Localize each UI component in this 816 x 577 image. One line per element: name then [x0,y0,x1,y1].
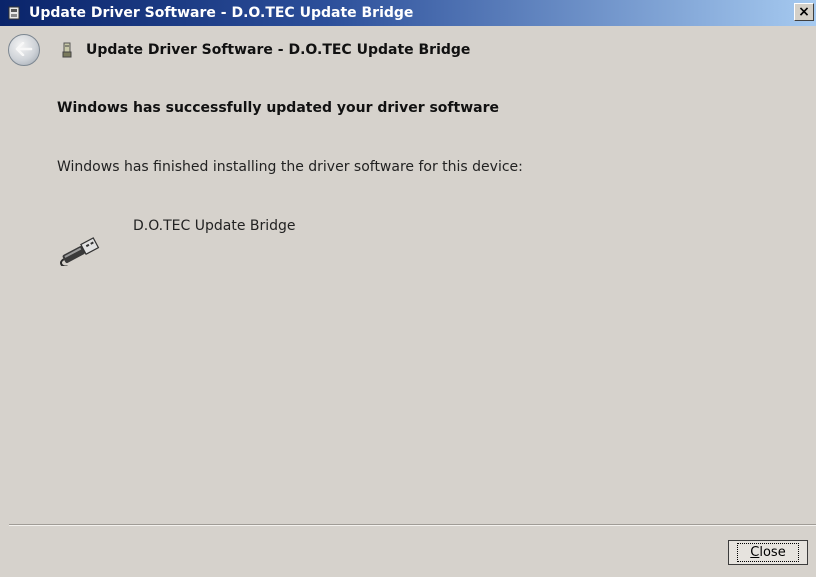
footer-divider [9,524,816,526]
success-heading: Windows has successfully updated your dr… [57,100,499,116]
device-manager-icon [6,5,22,21]
wizard-title: Update Driver Software - D.O.TEC Update … [86,42,471,58]
wizard-header: Update Driver Software - D.O.TEC Update … [0,26,816,74]
finished-message: Windows has finished installing the driv… [57,159,523,175]
device-name-label: D.O.TEC Update Bridge [133,218,296,234]
usb-device-icon [60,41,74,59]
window-title: Update Driver Software - D.O.TEC Update … [29,5,414,21]
close-icon: × [798,4,810,20]
close-button[interactable]: Close [728,540,808,565]
back-arrow-icon [15,41,33,60]
close-button-label: Close [737,543,799,562]
title-bar[interactable]: Update Driver Software - D.O.TEC Update … [0,0,816,26]
back-button[interactable] [8,34,40,66]
usb-cable-icon [57,232,105,268]
update-driver-window: Update Driver Software - D.O.TEC Update … [0,0,816,577]
window-close-button[interactable]: × [794,3,814,21]
